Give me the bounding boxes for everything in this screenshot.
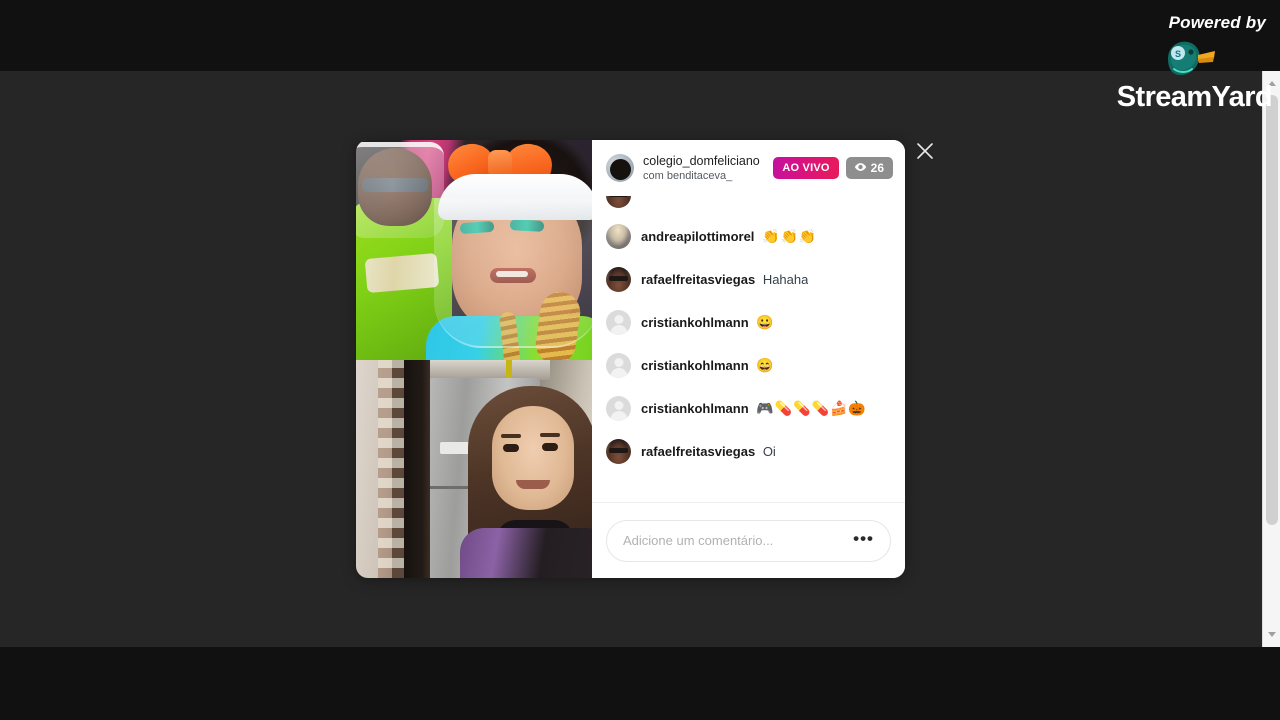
scroll-up-arrow-icon[interactable] xyxy=(1263,75,1280,92)
list-item: cristiankohlmann 🎮💊💊💊🍰🎃 xyxy=(602,387,895,430)
host-username[interactable]: colegio_domfeliciano xyxy=(643,154,767,169)
browser-scrollbar[interactable] xyxy=(1262,71,1280,647)
viewer-count-badge: 26 xyxy=(845,157,893,179)
comment-body: cristiankohlmann 🎮💊💊💊🍰🎃 xyxy=(641,399,867,418)
comment-emoji: 👏👏👏 xyxy=(762,228,818,244)
letterbox-top xyxy=(0,0,1280,71)
list-item: rafaelfreitasviegas Oi xyxy=(602,430,895,473)
comment-avatar[interactable] xyxy=(606,353,631,378)
more-options-icon[interactable]: ••• xyxy=(853,530,874,548)
live-video-column[interactable] xyxy=(356,140,592,578)
list-item: cristiankohlmann 😄 xyxy=(602,344,895,387)
letterbox-bottom xyxy=(0,647,1280,720)
scroll-down-arrow-icon[interactable] xyxy=(1263,626,1280,643)
live-badge: AO VIVO xyxy=(773,157,839,179)
comment-text: Oi xyxy=(762,443,776,459)
host-meta: colegio_domfeliciano com benditaceva_ xyxy=(643,154,767,183)
comment-username[interactable]: rafaelfreitasviegas xyxy=(641,444,755,459)
comment-body: cristiankohlmann 😄 xyxy=(641,356,775,375)
list-item: andreapilottimorel 👏👏👏 xyxy=(602,215,895,258)
screen-root: Powered by S StreamYard colegio_domfelic… xyxy=(0,0,1280,720)
host-avatar[interactable] xyxy=(606,154,634,182)
comment-emoji: 😄 xyxy=(756,357,775,373)
comment-text: Hahaha xyxy=(762,271,809,287)
comment-avatar[interactable] xyxy=(606,267,631,292)
host-with-label: com benditaceva_ xyxy=(643,169,733,182)
comment-emoji: 😀 xyxy=(756,314,775,330)
comment-username[interactable]: cristiankohlmann xyxy=(641,315,749,330)
live-host-video-tile[interactable] xyxy=(356,140,592,360)
comment-avatar[interactable] xyxy=(606,224,631,249)
comment-body: cristiankohlmann 😀 xyxy=(641,313,775,332)
comment-body: andreapilottimorel 👏👏👏 xyxy=(641,227,817,246)
comment-username[interactable]: rafaelfreitasviegas xyxy=(641,272,755,287)
comment-input-wrapper[interactable]: ••• xyxy=(606,519,891,562)
comment-username[interactable]: cristiankohlmann xyxy=(641,401,749,416)
live-header: colegio_domfeliciano com benditaceva_ AO… xyxy=(592,140,905,196)
scroll-thumb[interactable] xyxy=(1266,95,1278,525)
list-item: rafaelfreitasviegas Hahaha xyxy=(602,258,895,301)
live-guest-video-tile[interactable] xyxy=(356,360,592,578)
instagram-live-modal: colegio_domfeliciano com benditaceva_ AO… xyxy=(356,140,905,578)
close-icon[interactable] xyxy=(912,138,938,164)
comment-input[interactable] xyxy=(623,533,846,548)
comment-list[interactable]: andreapilottimorel 👏👏👏 rafaelfreitasvieg… xyxy=(592,187,905,502)
comment-avatar[interactable] xyxy=(606,310,631,335)
list-item: cristiankohlmann 😀 xyxy=(602,301,895,344)
eye-icon xyxy=(854,161,867,175)
live-comments-column: colegio_domfeliciano com benditaceva_ AO… xyxy=(592,140,905,578)
comment-composer: ••• xyxy=(592,503,905,578)
comment-username[interactable]: andreapilottimorel xyxy=(641,229,754,244)
comment-body: rafaelfreitasviegas Hahaha xyxy=(641,271,808,289)
comment-username[interactable]: cristiankohlmann xyxy=(641,358,749,373)
comment-avatar[interactable] xyxy=(606,396,631,421)
comment-emoji: 🎮💊💊💊🍰🎃 xyxy=(756,400,867,416)
comment-avatar[interactable] xyxy=(606,439,631,464)
viewer-count-value: 26 xyxy=(870,161,884,175)
comment-body: rafaelfreitasviegas Oi xyxy=(641,443,776,461)
